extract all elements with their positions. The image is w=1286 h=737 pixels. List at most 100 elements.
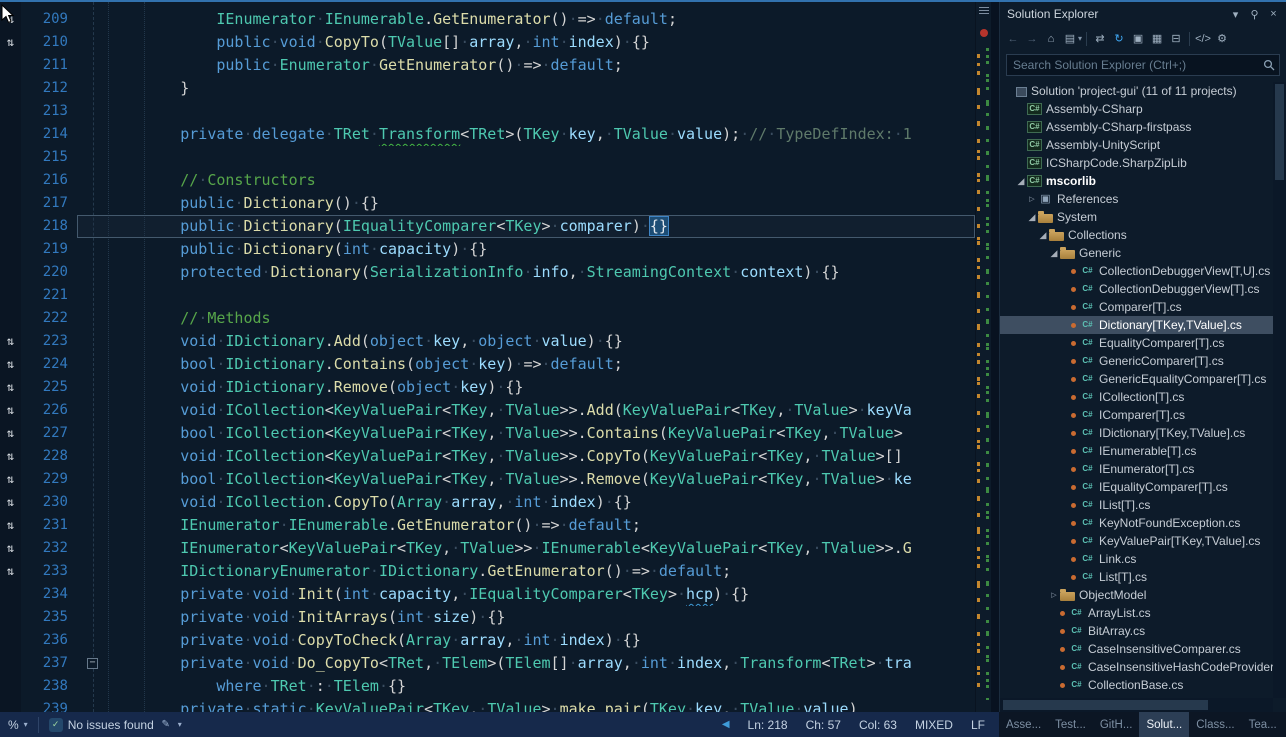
expanded-arrow-icon[interactable]: ◢: [1015, 176, 1027, 187]
char-indicator[interactable]: Ch: 57: [806, 718, 841, 732]
line-body[interactable]: void·ICollection.CopyTo(Array·array,·int…: [77, 491, 975, 514]
tree-item[interactable]: C#KeyNotFoundException.cs: [1000, 514, 1273, 532]
code-line[interactable]: ⇅225 void·IDictionary.Remove(object·key)…: [0, 376, 975, 399]
line-number[interactable]: 218: [21, 215, 77, 238]
close-icon[interactable]: ×: [1265, 6, 1282, 23]
line-number[interactable]: 223: [21, 330, 77, 353]
line-number[interactable]: 227: [21, 422, 77, 445]
line-number[interactable]: 234: [21, 583, 77, 606]
column-indicator[interactable]: Col: 63: [859, 718, 897, 732]
collapse-minus-icon[interactable]: −: [87, 658, 98, 669]
line-body[interactable]: public·Dictionary(int·capacity)·{}: [77, 238, 975, 261]
line-ending-indicator[interactable]: LF: [971, 718, 985, 732]
explorer-horizontal-scrollbar[interactable]: [1000, 698, 1273, 712]
line-number[interactable]: 222: [21, 307, 77, 330]
code-line[interactable]: ⇅210 public·void·CopyTo(TValue[]·array,·…: [0, 31, 975, 54]
tree-item[interactable]: C#ArrayList.cs: [1000, 604, 1273, 622]
panel-tab[interactable]: Asse...: [999, 712, 1048, 737]
code-line[interactable]: 218 public·Dictionary(IEqualityComparer<…: [0, 215, 975, 238]
tree-item[interactable]: C#Assembly-CSharp: [1000, 100, 1273, 118]
line-body[interactable]: //·Constructors: [77, 169, 975, 192]
line-body[interactable]: public·Dictionary()·{}: [77, 192, 975, 215]
code-line[interactable]: ⇅233 IDictionaryEnumerator·IDictionary.G…: [0, 560, 975, 583]
collapsed-arrow-icon[interactable]: ▷: [1026, 195, 1038, 203]
line-number[interactable]: 231: [21, 514, 77, 537]
tree-item[interactable]: C#CaseInsensitiveHashCodeProvider.cs: [1000, 658, 1273, 676]
tree-item[interactable]: C#Comparer[T].cs: [1000, 298, 1273, 316]
code-line[interactable]: 213: [0, 100, 975, 123]
collapse-all-button[interactable]: ⊟: [1167, 30, 1185, 48]
code-line[interactable]: ⇅227 bool·ICollection<KeyValuePair<TKey,…: [0, 422, 975, 445]
line-body[interactable]: private·void·InitArrays(int·size)·{}: [77, 606, 975, 629]
line-body[interactable]: where·TRet·:·TElem·{}: [77, 675, 975, 698]
line-body[interactable]: bool·IDictionary.Contains(object·key)·=>…: [77, 353, 975, 376]
code-line[interactable]: ⇅229 bool·ICollection<KeyValuePair<TKey,…: [0, 468, 975, 491]
implements-arrows-icon[interactable]: ⇅: [0, 514, 21, 537]
panel-tab[interactable]: Test...: [1048, 712, 1093, 737]
line-number[interactable]: 209: [21, 8, 77, 31]
line-body[interactable]: IEnumerator<KeyValuePair<TKey,·TValue>>·…: [77, 537, 975, 560]
line-number[interactable]: 212: [21, 77, 77, 100]
line-body[interactable]: private·static·KeyValuePair<TKey,·TValue…: [77, 698, 975, 712]
panel-tab[interactable]: Tea...: [1242, 712, 1284, 737]
code-line[interactable]: 212 }: [0, 77, 975, 100]
code-line[interactable]: 237− private·void·Do_CopyTo<TRet,·TElem>…: [0, 652, 975, 675]
properties-button[interactable]: ⚙: [1213, 30, 1231, 48]
search-icon[interactable]: [1259, 59, 1279, 71]
tree-item[interactable]: C#KeyValuePair[TKey,TValue].cs: [1000, 532, 1273, 550]
feedback-pen-icon[interactable]: ✎: [159, 718, 173, 732]
dropdown-caret-icon[interactable]: ▾: [1078, 34, 1082, 43]
collapsed-arrow-icon[interactable]: ▷: [1048, 591, 1060, 599]
implements-arrows-icon[interactable]: ⇅: [0, 537, 21, 560]
line-body[interactable]: bool·ICollection<KeyValuePair<TKey,·TVal…: [77, 422, 975, 445]
line-body[interactable]: protected·Dictionary(SerializationInfo·i…: [77, 261, 975, 284]
tree-item[interactable]: C#IComparer[T].cs: [1000, 406, 1273, 424]
tree-item[interactable]: C#Link.cs: [1000, 550, 1273, 568]
explorer-vertical-scrollbar[interactable]: [1273, 82, 1286, 698]
tree-item[interactable]: ◢Collections: [1000, 226, 1273, 244]
tree-item[interactable]: C#GenericComparer[T].cs: [1000, 352, 1273, 370]
line-number[interactable]: 226: [21, 399, 77, 422]
issues-status[interactable]: No issues found: [68, 718, 154, 732]
line-number[interactable]: 238: [21, 675, 77, 698]
line-body[interactable]: [77, 100, 975, 123]
code-line[interactable]: 235 private·void·InitArrays(int·size)·{}: [0, 606, 975, 629]
tree-item[interactable]: C#IEqualityComparer[T].cs: [1000, 478, 1273, 496]
line-body[interactable]: − private·void·Do_CopyTo<TRet,·TElem>(TE…: [77, 652, 975, 675]
line-body[interactable]: public·Dictionary(IEqualityComparer<TKey…: [77, 215, 975, 238]
code-line[interactable]: ⇅224 bool·IDictionary.Contains(object·ke…: [0, 353, 975, 376]
code-line[interactable]: ⇅231 IEnumerator·IEnumerable.GetEnumerat…: [0, 514, 975, 537]
tree-item[interactable]: C#CaseInsensitiveComparer.cs: [1000, 640, 1273, 658]
tree-item[interactable]: C#EqualityComparer[T].cs: [1000, 334, 1273, 352]
code-line[interactable]: ⇅223 void·IDictionary.Add(object·key,·ob…: [0, 330, 975, 353]
implements-arrows-icon[interactable]: ⇅: [0, 560, 21, 583]
line-body[interactable]: private·void·CopyToCheck(Array·array,·in…: [77, 629, 975, 652]
line-number[interactable]: 219: [21, 238, 77, 261]
sync-with-active-document-button[interactable]: ⇄: [1091, 30, 1109, 48]
line-number[interactable]: 220: [21, 261, 77, 284]
line-body[interactable]: IEnumerator·IEnumerable.GetEnumerator()·…: [77, 8, 975, 31]
line-number[interactable]: 236: [21, 629, 77, 652]
code-line[interactable]: 222 //·Methods: [0, 307, 975, 330]
tree-item[interactable]: C#Assembly-CSharp-firstpass: [1000, 118, 1273, 136]
expanded-arrow-icon[interactable]: ◢: [1037, 230, 1049, 241]
line-number[interactable]: 225: [21, 376, 77, 399]
tree-item[interactable]: ◢C#mscorlib: [1000, 172, 1273, 190]
line-body[interactable]: [77, 284, 975, 307]
implements-arrows-icon[interactable]: ⇅: [0, 31, 21, 54]
code-line[interactable]: 216 //·Constructors: [0, 169, 975, 192]
show-all-files-button[interactable]: ▣: [1129, 30, 1147, 48]
tree-item[interactable]: C#GenericEqualityComparer[T].cs: [1000, 370, 1273, 388]
expanded-arrow-icon[interactable]: ◢: [1026, 212, 1038, 223]
line-body[interactable]: [77, 146, 975, 169]
line-body[interactable]: public·Enumerator·GetEnumerator()·=>·def…: [77, 54, 975, 77]
implements-arrows-icon[interactable]: ⇅: [0, 8, 21, 31]
panel-tab[interactable]: GitH...: [1093, 712, 1140, 737]
tree-item[interactable]: ▷▣References: [1000, 190, 1273, 208]
fold-region[interactable]: −: [77, 652, 108, 675]
search-input[interactable]: [1007, 58, 1259, 72]
code-line[interactable]: ⇅209 IEnumerator·IEnumerable.GetEnumerat…: [0, 8, 975, 31]
line-body[interactable]: void·IDictionary.Add(object·key,·object·…: [77, 330, 975, 353]
line-number[interactable]: 239: [21, 698, 77, 712]
line-body[interactable]: bool·ICollection<KeyValuePair<TKey,·TVal…: [77, 468, 975, 491]
